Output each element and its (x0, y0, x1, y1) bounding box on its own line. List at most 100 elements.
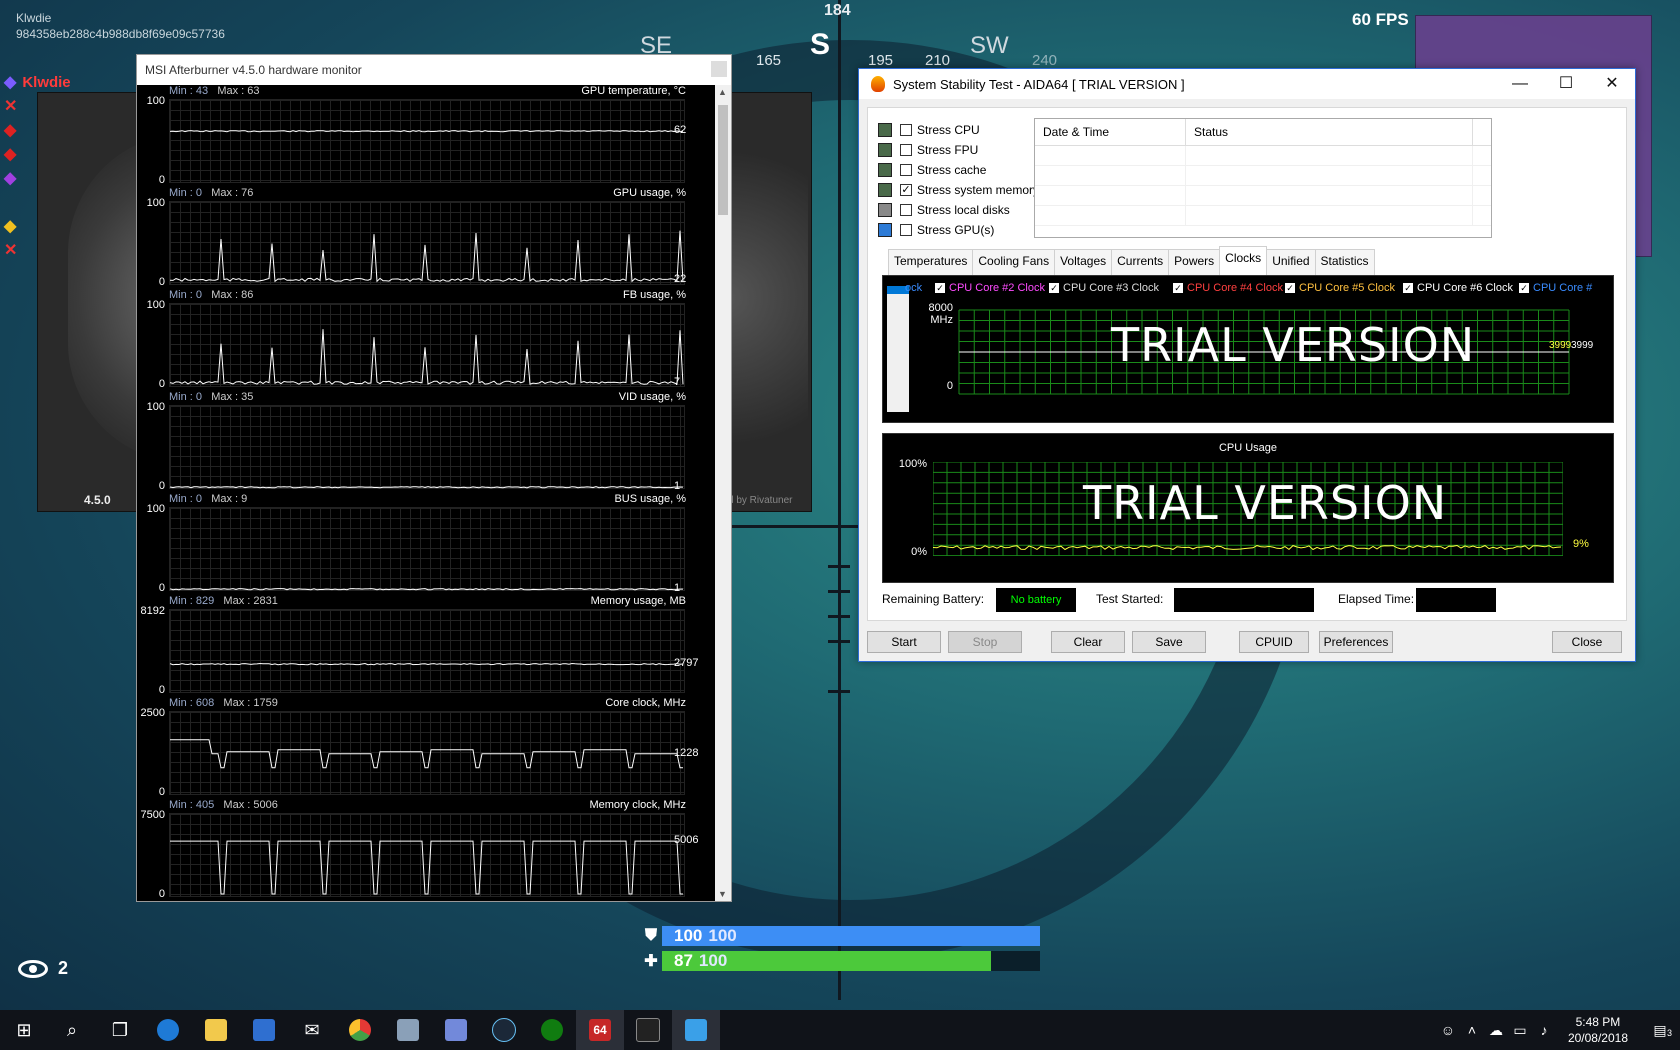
clock-legend-item[interactable]: ✓ CPU Core #3 Clock (1049, 282, 1159, 294)
system-tray: ☺ ˄ ☁ ▭ ♪ 5:48 PM 20/08/2018 ▤ 3 (1436, 1010, 1680, 1050)
xbox-icon[interactable] (528, 1010, 576, 1050)
afterburner-monitor-window[interactable]: MSI Afterburner v4.5.0 hardware monitor … (136, 54, 732, 902)
windows-start-icon[interactable]: ⊞ (0, 1010, 48, 1050)
diamond-icon: ◆ (4, 218, 17, 235)
graph-line-svg (169, 230, 684, 283)
clock-date: 20/08/2018 (1567, 1031, 1628, 1045)
task-view-icon[interactable]: ❐ (96, 1010, 144, 1050)
log-row (1035, 206, 1491, 226)
photos-icon[interactable] (384, 1010, 432, 1050)
stress-disks-checkbox[interactable] (900, 204, 912, 216)
clock-series-list[interactable] (887, 286, 909, 412)
stress-gpu-checkbox[interactable] (900, 224, 912, 236)
search-icon[interactable]: ⌕ (48, 1010, 96, 1050)
aida-titlebar[interactable]: System Stability Test - AIDA64 [ TRIAL V… (859, 69, 1635, 99)
minimize-icon[interactable]: — (1497, 69, 1543, 99)
stress-cpu-checkbox[interactable] (900, 124, 912, 136)
graph-max: Max : 1759 (223, 697, 278, 709)
stress-gpu-option[interactable]: Stress GPU(s) (878, 220, 1039, 240)
shield-max: 100 (708, 926, 737, 945)
close-button[interactable]: Close (1552, 631, 1622, 653)
column-status[interactable]: Status (1186, 119, 1473, 145)
edge-icon[interactable] (144, 1010, 192, 1050)
chrome-icon[interactable] (336, 1010, 384, 1050)
status-log-table[interactable]: Date & Time Status (1034, 118, 1492, 238)
afterburner-close-button[interactable] (711, 61, 727, 77)
graph-current-value: 2797 (674, 657, 699, 670)
legend-checkbox[interactable]: ✓ (1285, 283, 1295, 293)
people-icon[interactable]: ☺ (1436, 1022, 1460, 1038)
graph-top-label: 7500 (140, 809, 165, 821)
network-icon[interactable]: ▭ (1508, 1022, 1532, 1039)
clock-legend: ock ✓ CPU Core #2 Clock ✓ CPU Core #3 Clock ✓… (883, 282, 1613, 298)
scope-tick (828, 640, 850, 643)
maximize-icon[interactable]: ☐ (1543, 69, 1589, 99)
fortnite-icon[interactable] (672, 1010, 720, 1050)
graph-line-svg (170, 739, 683, 769)
legend-checkbox[interactable]: ✓ (1403, 283, 1413, 293)
tab-voltages[interactable]: Voltages (1054, 249, 1113, 275)
graph-max: Max : 76 (211, 187, 254, 199)
scroll-down-icon[interactable]: ▼ (718, 889, 727, 899)
graph-max: Max : 35 (211, 391, 254, 403)
graph-line (170, 840, 683, 895)
chevron-up-icon[interactable]: ˄ (1460, 1022, 1484, 1038)
tab-powers[interactable]: Powers (1168, 249, 1221, 275)
close-icon[interactable]: ✕ (1589, 69, 1635, 99)
monitor-graph: Min : 405 Max : 5006 Memory clock, MHz 750… (137, 799, 714, 901)
clock-legend-item[interactable]: ✓ CPU Core #4 Clock (1173, 282, 1283, 294)
stress-fpu-option[interactable]: Stress FPU (878, 140, 1039, 160)
clock-legend-item[interactable]: ock (905, 282, 922, 294)
clock-legend-item[interactable]: ✓ CPU Core #6 Clock (1403, 282, 1513, 294)
clock-legend-item[interactable]: ✓ CPU Core #2 Clock (935, 282, 1045, 294)
tab-temperatures[interactable]: Temperatures (888, 249, 974, 275)
onedrive-icon[interactable]: ☁ (1484, 1022, 1508, 1039)
preferences-button[interactable]: Preferences (1319, 631, 1393, 653)
clear-button[interactable]: Clear (1051, 631, 1125, 653)
tab-statistics[interactable]: Statistics (1314, 249, 1375, 275)
stress-cache-option[interactable]: Stress cache (878, 160, 1039, 180)
start-button[interactable]: Start (867, 631, 941, 653)
save-button[interactable]: Save (1132, 631, 1206, 653)
notification-icon[interactable]: ▤ 3 (1640, 1022, 1680, 1039)
aida64-window[interactable]: System Stability Test - AIDA64 [ TRIAL V… (858, 68, 1636, 662)
clock-legend-item[interactable]: ✓ CPU Core # (1519, 282, 1592, 294)
tab-cooling-fans[interactable]: Cooling Fans (972, 249, 1056, 275)
clock-legend-item[interactable]: ✓ CPU Core #5 Clock (1285, 282, 1395, 294)
stress-disks-option[interactable]: Stress local disks (878, 200, 1039, 220)
steam-icon[interactable] (480, 1010, 528, 1050)
file-explorer-icon[interactable] (192, 1010, 240, 1050)
column-date-time[interactable]: Date & Time (1035, 119, 1186, 145)
stress-cpu-option[interactable]: Stress CPU (878, 120, 1039, 140)
taskbar-clock[interactable]: 5:48 PM 20/08/2018 (1568, 1014, 1628, 1046)
afterburner-titlebar[interactable]: MSI Afterburner v4.5.0 hardware monitor (137, 55, 731, 85)
aida64-taskbar-icon[interactable]: 64 (576, 1010, 624, 1050)
store-icon[interactable] (240, 1010, 288, 1050)
cpuid-button[interactable]: CPUID (1239, 631, 1309, 653)
afterburner-version: 4.5.0 (84, 493, 111, 507)
clock-top-label: 8000 (928, 302, 953, 314)
stress-memory-option[interactable]: ✓ Stress system memory (878, 180, 1039, 200)
legend-checkbox[interactable]: ✓ (1049, 283, 1059, 293)
legend-checkbox[interactable]: ✓ (1173, 283, 1183, 293)
scroll-thumb[interactable] (718, 105, 728, 215)
stress-memory-checkbox[interactable]: ✓ (900, 184, 912, 196)
legend-label: CPU Core # (1533, 282, 1593, 294)
legend-checkbox[interactable]: ✓ (1519, 283, 1529, 293)
graph-max: Max : 5006 (223, 799, 278, 811)
tab-unified[interactable]: Unified (1266, 249, 1316, 275)
discord-icon[interactable] (432, 1010, 480, 1050)
scroll-up-icon[interactable]: ▲ (718, 87, 727, 97)
graph-top-label: 100 (146, 299, 165, 311)
epic-games-icon[interactable] (624, 1010, 672, 1050)
scope-crosshair-vertical (838, 0, 841, 1000)
stop-button[interactable]: Stop (948, 631, 1022, 653)
tab-clocks[interactable]: Clocks (1219, 246, 1268, 272)
afterburner-scrollbar[interactable]: ▲ ▼ (715, 85, 731, 901)
legend-checkbox[interactable]: ✓ (935, 283, 945, 293)
mail-icon[interactable]: ✉ (288, 1010, 336, 1050)
stress-cache-checkbox[interactable] (900, 164, 912, 176)
stress-fpu-checkbox[interactable] (900, 144, 912, 156)
volume-icon[interactable]: ♪ (1532, 1022, 1556, 1038)
tab-currents[interactable]: Currents (1111, 249, 1170, 275)
